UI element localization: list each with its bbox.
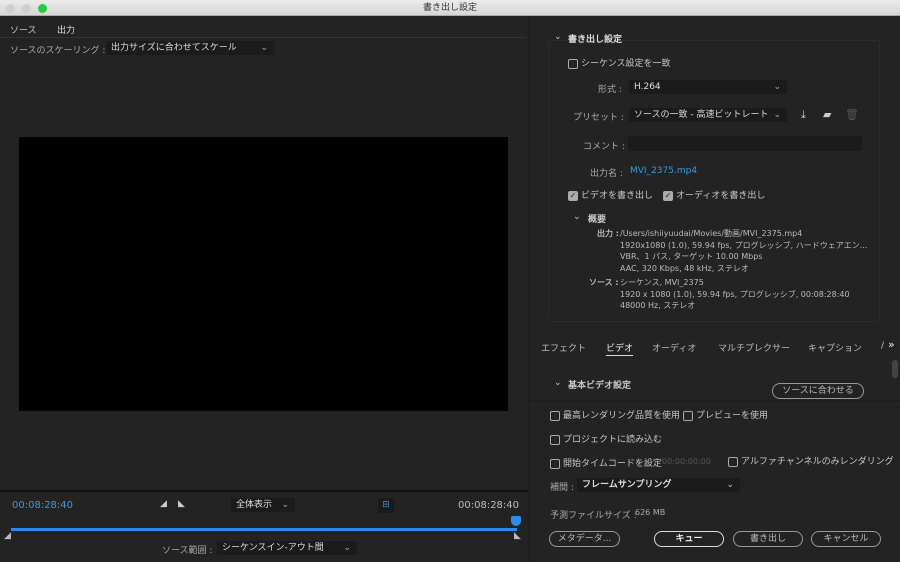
tab-video[interactable]: ビデオ	[606, 341, 634, 356]
tab-source[interactable]: ソース	[10, 23, 37, 36]
title-bar: 書き出し設定	[0, 0, 900, 16]
interpolation-select[interactable]: フレームサンプリング ⌄	[577, 478, 740, 492]
tab-captions[interactable]: キャプション	[808, 341, 862, 354]
timecode-out: 00:08:28:40	[458, 500, 520, 511]
section-title: 書き出し設定	[568, 35, 623, 45]
preset-label: プリセット :	[573, 113, 624, 123]
timeline-bar[interactable]	[11, 528, 517, 531]
start-timecode-value: 00:00:00:00	[662, 457, 711, 466]
set-timecode-label: 開始タイムコードを設定	[563, 459, 662, 469]
match-sequence-label: シーケンス設定を一致	[581, 59, 671, 69]
scaling-label: ソースのスケーリング :	[10, 46, 106, 56]
out-point-handle[interactable]: ◣	[514, 531, 521, 541]
mark-in-icon[interactable]: ◢	[160, 499, 167, 509]
tab-multiplexer[interactable]: マルチプレクサー	[718, 341, 790, 354]
summary-source-label: ソース :	[589, 278, 619, 287]
tab-publish[interactable]: /	[881, 341, 884, 351]
alpha-only-checkbox[interactable]: アルファチャンネルのみレンダリング	[728, 454, 894, 467]
summary-source: シーケンス, MVI_2375 1920 x 1080 (1.0), 59.94 …	[620, 278, 850, 310]
chevron-down-icon: ⌄	[343, 543, 351, 553]
chevron-down-icon[interactable]: ⌄	[573, 212, 581, 222]
format-label: 形式 :	[598, 85, 622, 95]
minimize-window-button[interactable]	[22, 4, 31, 13]
output-name-label: 出力名 :	[590, 169, 623, 179]
import-preset-icon[interactable]: ▰	[823, 108, 831, 121]
export-audio-label: オーディオを書き出し	[676, 191, 766, 201]
timecode-in[interactable]: 00:08:28:40	[12, 500, 73, 511]
alpha-only-label: アルファチャンネルのみレンダリング	[741, 457, 894, 467]
max-render-label: 最高レンダリング品質を使用	[563, 411, 681, 421]
in-point-handle[interactable]: ◢	[4, 531, 11, 541]
match-source-button[interactable]: ソースに合わせる	[772, 383, 864, 399]
zoom-value: 全体表示	[236, 500, 273, 510]
tab-effects[interactable]: エフェクト	[541, 341, 586, 354]
chevron-down-icon[interactable]: ⌄	[554, 378, 562, 388]
output-name-link[interactable]: MVI_2375.mp4	[630, 166, 697, 176]
chevron-down-icon: ⌄	[773, 82, 781, 92]
set-timecode-checkbox[interactable]: 開始タイムコードを設定	[550, 456, 662, 469]
source-range-value: シーケンスイン-アウト間	[222, 543, 324, 553]
scaling-value: 出力サイズに合わせてスケール	[111, 43, 237, 53]
scrollbar[interactable]	[892, 360, 898, 378]
metadata-button[interactable]: メタデータ...	[549, 531, 620, 547]
filesize-value: 626 MB	[635, 508, 666, 517]
interpolation-label: 補間 :	[550, 483, 574, 493]
summary-title: 概要	[588, 215, 607, 225]
tab-output[interactable]: 出力	[57, 23, 76, 38]
export-video-checkbox[interactable]: ✓ ビデオを書き出し	[568, 188, 653, 201]
delete-preset-icon[interactable]: 🗑	[845, 108, 859, 121]
source-range-label: ソース範囲 :	[162, 546, 213, 556]
use-preview-checkbox[interactable]: プレビューを使用	[683, 408, 768, 421]
close-window-button[interactable]	[6, 4, 15, 13]
chevron-down-icon: ⌄	[773, 110, 781, 120]
chevron-down-icon[interactable]: ⌄	[554, 32, 562, 42]
playhead-handle[interactable]	[511, 516, 521, 526]
preset-value: ソースの一致 - 高速ビットレート	[634, 110, 769, 120]
summary-output: /Users/ishiiyuudai/Movies/動画/MVI_2375.mp…	[620, 229, 868, 273]
use-preview-label: プレビューを使用	[696, 411, 769, 421]
comment-label: コメント :	[583, 142, 625, 152]
zoom-window-button[interactable]	[38, 4, 47, 13]
cancel-button[interactable]: キャンセル	[811, 531, 881, 547]
zoom-select[interactable]: 全体表示 ⌄	[231, 498, 295, 512]
interpolation-value: フレームサンプリング	[582, 480, 672, 490]
preset-select[interactable]: ソースの一致 - 高速ビットレート ⌄	[629, 108, 787, 122]
export-button[interactable]: 書き出し	[733, 531, 803, 547]
source-range-select[interactable]: シーケンスイン-アウト間 ⌄	[217, 541, 357, 555]
format-value: H.264	[634, 82, 661, 92]
match-source-label: ソースに合わせる	[782, 386, 854, 396]
queue-button[interactable]: キュー	[654, 531, 724, 547]
filesize-label: 予測ファイルサイズ :	[550, 511, 637, 521]
chevron-down-icon: ⌄	[726, 480, 734, 490]
export-audio-checkbox[interactable]: ✓ オーディオを書き出し	[663, 188, 765, 201]
import-project-checkbox[interactable]: プロジェクトに読み込む	[550, 432, 662, 445]
format-select[interactable]: H.264 ⌄	[629, 80, 787, 94]
max-render-checkbox[interactable]: 最高レンダリング品質を使用	[550, 408, 680, 421]
chevron-down-icon: ⌄	[260, 43, 268, 53]
basic-video-title: 基本ビデオ設定	[568, 381, 632, 391]
more-tabs-icon[interactable]: »	[888, 338, 895, 351]
export-video-label: ビデオを書き出し	[581, 191, 654, 201]
chevron-down-icon: ⌄	[281, 500, 289, 510]
import-project-label: プロジェクトに読み込む	[563, 435, 663, 445]
tab-audio[interactable]: オーディオ	[652, 341, 696, 354]
summary-output-label: 出力 :	[597, 229, 619, 238]
save-preset-icon[interactable]: ⤓	[801, 108, 806, 122]
video-preview	[19, 137, 508, 411]
window-title: 書き出し設定	[422, 3, 477, 13]
mark-out-icon[interactable]: ◣	[178, 499, 185, 509]
scaling-select[interactable]: 出力サイズに合わせてスケール ⌄	[106, 41, 274, 55]
match-sequence-checkbox[interactable]: シーケンス設定を一致	[568, 56, 671, 69]
comment-input[interactable]	[628, 136, 862, 151]
fit-icon[interactable]: ⊟	[378, 498, 394, 513]
